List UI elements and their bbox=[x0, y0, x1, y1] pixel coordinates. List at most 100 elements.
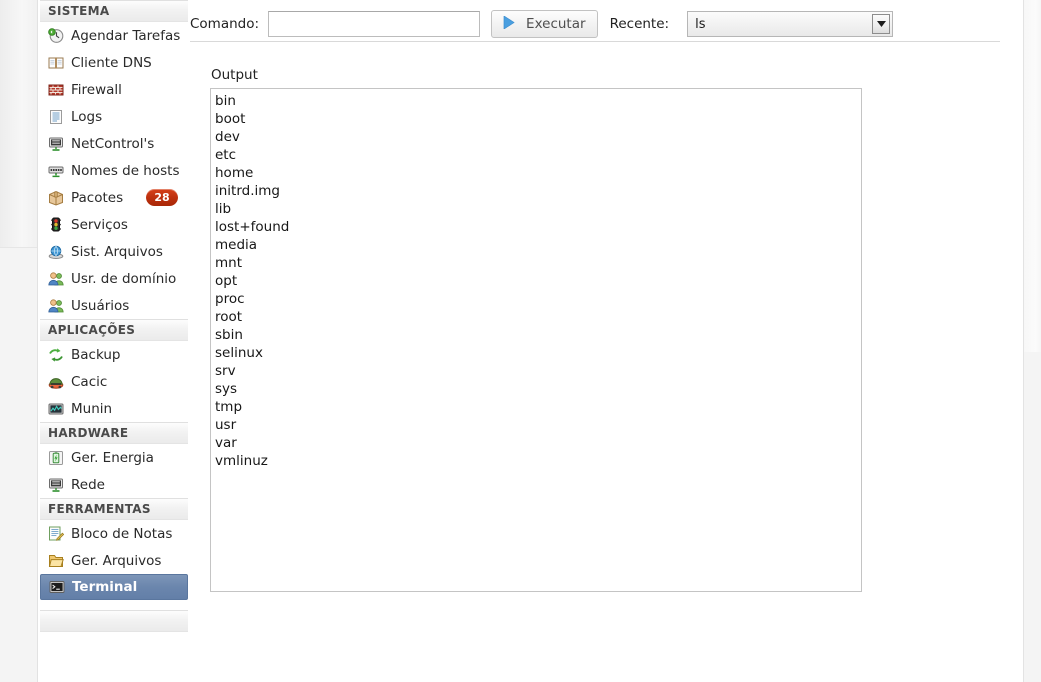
monitor-network-icon bbox=[48, 477, 64, 493]
command-label: Comando: bbox=[190, 16, 260, 32]
brick-wall-icon bbox=[48, 82, 64, 98]
battery-icon bbox=[48, 450, 64, 466]
output-line: initrd.img bbox=[215, 183, 280, 199]
sidebar-item-terminal[interactable]: Terminal bbox=[40, 574, 188, 600]
output-textarea[interactable]: bin boot dev etc home initrd.img lib lost+found… bbox=[210, 88, 862, 592]
sidebar-item-logs[interactable]: Logs bbox=[40, 103, 188, 130]
output-line: var bbox=[215, 435, 237, 451]
sidebar-item-munin[interactable]: Munin bbox=[40, 395, 188, 422]
sidebar-item-ger-energia[interactable]: Ger. Energia bbox=[40, 444, 188, 471]
sidebar-item-badge: 28 bbox=[146, 189, 178, 206]
sidebar-item-label: Munin bbox=[71, 400, 113, 417]
sidebar-item-label: Serviços bbox=[71, 216, 128, 233]
sidebar-item-cliente-dns[interactable]: Cliente DNS bbox=[40, 49, 188, 76]
users-icon bbox=[48, 271, 64, 287]
output-line: home bbox=[215, 165, 254, 181]
clock-icon bbox=[48, 27, 64, 44]
sidebar-item-cacic[interactable]: Cacic bbox=[40, 368, 188, 395]
traffic-light-icon bbox=[48, 217, 64, 233]
package-box-icon bbox=[48, 190, 64, 206]
disk-globe-icon bbox=[48, 244, 64, 260]
command-input[interactable] bbox=[268, 11, 481, 37]
sidebar-item-label: Cliente DNS bbox=[71, 54, 152, 71]
sidebar-item-label: Cacic bbox=[71, 373, 108, 390]
sidebar: SISTEMA Agendar Tarefas Cliente DNS Firewal… bbox=[38, 0, 190, 682]
output-line: etc bbox=[215, 147, 237, 163]
sidebar-item-label: Firewall bbox=[71, 81, 122, 98]
output-line: proc bbox=[215, 291, 245, 307]
sidebar-item-usr-de-dominio[interactable]: Usr. de domínio bbox=[40, 265, 188, 292]
sidebar-item-label: Agendar Tarefas bbox=[71, 27, 181, 44]
output-line: opt bbox=[215, 273, 238, 289]
chevron-down-icon[interactable] bbox=[872, 14, 891, 34]
output-line: media bbox=[215, 237, 258, 253]
sidebar-item-label: Rede bbox=[71, 476, 105, 493]
sidebar-item-label: Terminal bbox=[72, 579, 138, 595]
sidebar-item-sist-arquivos[interactable]: Sist. Arquivos bbox=[40, 238, 188, 265]
sidebar-item-rede[interactable]: Rede bbox=[40, 471, 188, 498]
terminal-icon bbox=[49, 579, 65, 595]
output-line: sys bbox=[215, 381, 238, 397]
sidebar-item-label: Pacotes bbox=[71, 189, 124, 206]
recent-command-value: ls bbox=[695, 16, 706, 32]
graph-monitor-icon bbox=[48, 401, 64, 417]
monitor-network-icon bbox=[48, 136, 64, 152]
output-line: lost+found bbox=[215, 219, 290, 235]
sidebar-item-usuarios[interactable]: Usuários bbox=[40, 292, 188, 319]
output-line: selinux bbox=[215, 345, 263, 361]
recent-label: Recente: bbox=[609, 16, 670, 32]
page-scrollbar-right[interactable] bbox=[1023, 0, 1041, 682]
sidebar-section-title: FERRAMENTAS bbox=[48, 502, 151, 516]
page-scrollbar-thumb[interactable] bbox=[0, 0, 37, 248]
sidebar-section-header: FERRAMENTAS bbox=[40, 498, 188, 520]
output-line: vmlinuz bbox=[215, 453, 268, 469]
sidebar-section-header: APLICAÇÕES bbox=[40, 319, 188, 341]
output-line: sbin bbox=[215, 327, 243, 343]
sidebar-item-agendar-tarefas[interactable]: Agendar Tarefas bbox=[40, 22, 188, 49]
users-icon bbox=[48, 298, 64, 314]
notepad-pencil-icon bbox=[48, 526, 64, 542]
sidebar-section-header: SISTEMA bbox=[40, 0, 188, 22]
main-content: Comando: Executar Recente: ls Output bin… bbox=[190, 0, 1023, 682]
sidebar-item-label: Backup bbox=[71, 346, 121, 363]
sidebar-item-label: Usuários bbox=[71, 297, 130, 314]
execute-button[interactable]: Executar bbox=[491, 10, 598, 38]
sidebar-item-label: Ger. Arquivos bbox=[71, 552, 162, 569]
command-toolbar: Comando: Executar Recente: ls bbox=[190, 0, 894, 44]
sidebar-item-servicos[interactable]: Serviços bbox=[40, 211, 188, 238]
sidebar-item-label: Usr. de domínio bbox=[71, 270, 177, 287]
page-scrollbar-left[interactable] bbox=[0, 0, 38, 682]
sidebar-item-ger-arquivos[interactable]: Ger. Arquivos bbox=[40, 547, 188, 574]
output-line: tmp bbox=[215, 399, 243, 415]
sidebar-section-title: SISTEMA bbox=[48, 4, 110, 18]
sidebar-item-label: Bloco de Notas bbox=[71, 525, 173, 542]
sidebar-item-firewall[interactable]: Firewall bbox=[40, 76, 188, 103]
sidebar-item-bloco-de-notas[interactable]: Bloco de Notas bbox=[40, 520, 188, 547]
output-line: lib bbox=[215, 201, 232, 217]
sidebar-item-nomes-de-hosts[interactable]: Nomes de hosts bbox=[40, 157, 188, 184]
page-scrollbar-right-thumb[interactable] bbox=[1024, 0, 1041, 352]
recent-command-select[interactable]: ls bbox=[687, 11, 894, 37]
folder-open-icon bbox=[48, 553, 64, 569]
sidebar-item-backup[interactable]: Backup bbox=[40, 341, 188, 368]
sidebar-item-netcontrols[interactable]: NetControl's bbox=[40, 130, 188, 157]
execute-button-label: Executar bbox=[526, 16, 586, 32]
cacic-icon bbox=[48, 374, 64, 390]
toolbar-divider bbox=[190, 41, 1000, 42]
sidebar-item-label: NetControl's bbox=[71, 135, 155, 152]
sidebar-item-label: Nomes de hosts bbox=[71, 162, 180, 179]
sidebar-item-label: Sist. Arquivos bbox=[71, 243, 163, 260]
output-line: root bbox=[215, 309, 243, 325]
output-line: dev bbox=[215, 129, 240, 145]
document-lines-icon bbox=[48, 109, 64, 125]
sidebar-section-header-partial bbox=[40, 610, 188, 632]
output-line: srv bbox=[215, 363, 236, 379]
sidebar-section-title: HARDWARE bbox=[48, 426, 129, 440]
output-line: boot bbox=[215, 111, 246, 127]
output-label: Output bbox=[211, 67, 258, 83]
output-line: bin bbox=[215, 93, 236, 109]
output-line: mnt bbox=[215, 255, 242, 271]
sidebar-item-pacotes[interactable]: Pacotes 28 bbox=[40, 184, 188, 211]
sidebar-section-title: APLICAÇÕES bbox=[48, 323, 136, 337]
hosts-icon bbox=[48, 163, 64, 179]
